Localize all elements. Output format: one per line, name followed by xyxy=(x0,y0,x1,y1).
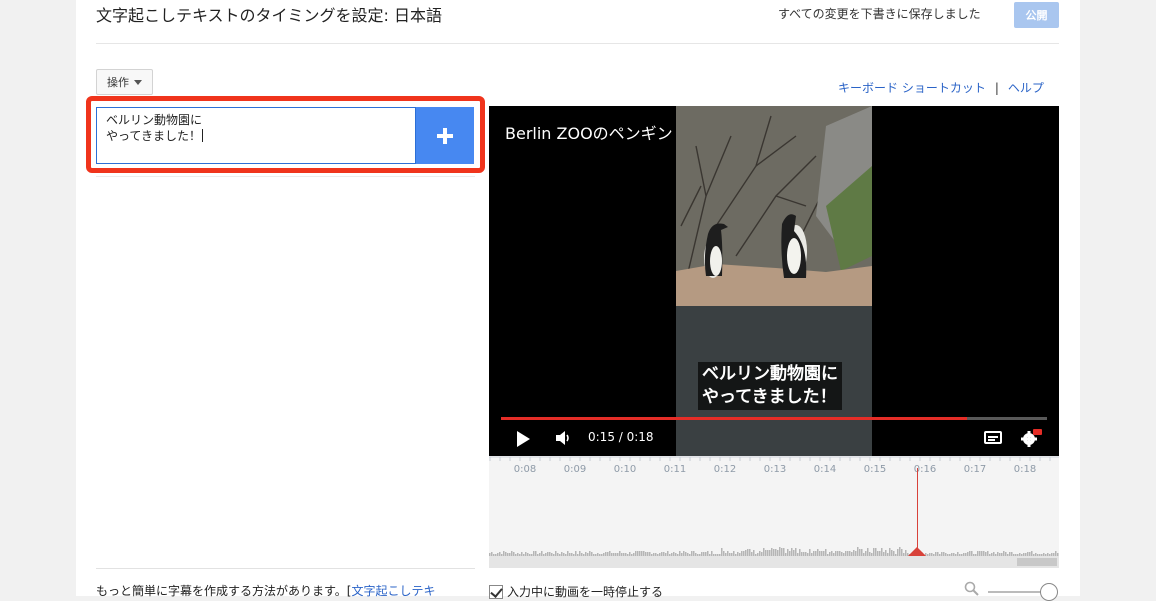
help-link[interactable]: ヘルプ xyxy=(1008,79,1044,96)
waveform-bar xyxy=(889,548,891,556)
waveform-bar xyxy=(773,549,775,556)
waveform-bar xyxy=(775,549,777,556)
waveform-bar xyxy=(809,549,811,556)
left-bottom-divider xyxy=(96,568,475,569)
timeline-scrollbar[interactable] xyxy=(489,556,1059,568)
save-status: すべての変更を下書きに保存しました xyxy=(778,7,981,21)
video-player[interactable]: Berlin ZOOのペンギン ベルリン動物園に やってきました！ 0:15 /… xyxy=(489,106,1059,456)
video-subtitle-overlay: ベルリン動物園に やってきました！ xyxy=(698,362,842,410)
actions-dropdown-button[interactable]: 操作 xyxy=(96,69,153,95)
waveform-bar xyxy=(873,548,875,556)
waveform-bar xyxy=(771,548,773,556)
timeline-tick-label: 0:14 xyxy=(813,464,837,475)
text-cursor xyxy=(202,129,204,142)
timeline-tick-label: 0:12 xyxy=(713,464,737,475)
timeline-tick-label: 0:18 xyxy=(1013,464,1037,475)
timeline-tick-label: 0:13 xyxy=(763,464,787,475)
pause-while-typing-checkbox[interactable] xyxy=(489,584,503,599)
waveform-bar xyxy=(859,549,861,556)
zoom-icon xyxy=(964,581,979,596)
waveform-bar xyxy=(783,548,785,556)
video-progress-bar[interactable] xyxy=(501,417,1047,420)
waveform-bar xyxy=(795,548,797,556)
playhead-marker[interactable] xyxy=(908,547,926,556)
waveform-bar xyxy=(781,548,783,556)
time-display: 0:15 / 0:18 xyxy=(588,430,654,444)
waveform-bar xyxy=(825,549,827,556)
waveform-bar xyxy=(867,548,869,556)
timeline-tick-label: 0:11 xyxy=(663,464,687,475)
video-title: Berlin ZOOのペンギン xyxy=(505,124,673,143)
waveform-bar xyxy=(721,548,723,556)
zoom-slider-track[interactable] xyxy=(988,591,1048,593)
timeline-tick-label: 0:10 xyxy=(613,464,637,475)
header-divider xyxy=(96,43,1059,44)
timeline-tick-label: 0:15 xyxy=(863,464,887,475)
timeline-scroll-thumb[interactable] xyxy=(1017,558,1057,566)
actions-label: 操作 xyxy=(107,76,129,89)
hd-badge-icon xyxy=(1033,429,1042,435)
waveform-bar xyxy=(779,547,781,556)
volume-icon[interactable] xyxy=(554,430,572,446)
bottom-hint: もっと簡単に字幕を作成する方法があります。[文字起こしテキ xyxy=(96,582,436,599)
timeline-tick-label: 0:08 xyxy=(513,464,537,475)
link-separator: | xyxy=(994,80,999,95)
caption-input-text: ベルリン動物園に やってきました！ xyxy=(106,113,203,143)
waveform-bar xyxy=(901,549,903,556)
waveform-bar xyxy=(817,549,819,556)
caption-timeline[interactable]: 0:08 0:09 0:10 0:11 0:12 0:13 0:14 0:15 0:16 0:17… xyxy=(489,456,1059,568)
editor-divider xyxy=(96,176,475,177)
waveform-bar xyxy=(881,548,883,556)
zoom-slider-handle[interactable] xyxy=(1040,583,1058,601)
top-links: キーボード ショートカット | ヘルプ xyxy=(838,79,1044,96)
audio-waveform xyxy=(489,547,1059,556)
waveform-bar xyxy=(875,548,877,556)
pause-while-typing-label: 入力中に動画を一時停止する xyxy=(507,585,664,599)
waveform-bar xyxy=(857,547,859,556)
video-progress-fill xyxy=(501,417,967,420)
plus-icon xyxy=(437,127,453,144)
pause-while-typing-option[interactable]: 入力中に動画を一時停止する xyxy=(489,583,663,600)
timeline-tick-label: 0:09 xyxy=(563,464,587,475)
add-caption-button[interactable] xyxy=(416,107,474,164)
waveform-bar xyxy=(787,549,789,556)
waveform-bar xyxy=(791,548,793,556)
publish-button[interactable]: 公開 xyxy=(1014,2,1059,28)
waveform-bar xyxy=(897,549,899,556)
waveform-bar xyxy=(861,549,863,556)
waveform-bar xyxy=(749,549,751,556)
captions-icon[interactable] xyxy=(984,431,1002,444)
play-icon[interactable] xyxy=(517,431,530,447)
settings-gear-icon[interactable] xyxy=(1020,428,1042,448)
playhead-line[interactable] xyxy=(917,468,918,554)
caption-text-input[interactable]: ベルリン動物園に やってきました！ xyxy=(96,107,416,164)
timeline-tick-label: 0:17 xyxy=(963,464,987,475)
page-title: 文字起こしテキストのタイミングを設定: 日本語 xyxy=(96,6,442,25)
waveform-bar xyxy=(799,549,801,556)
waveform-bar xyxy=(899,547,901,556)
waveform-bar xyxy=(763,548,765,556)
keyboard-shortcuts-link[interactable]: キーボード ショートカット xyxy=(838,79,986,96)
caret-down-icon xyxy=(134,79,142,85)
waveform-bar xyxy=(747,549,749,556)
